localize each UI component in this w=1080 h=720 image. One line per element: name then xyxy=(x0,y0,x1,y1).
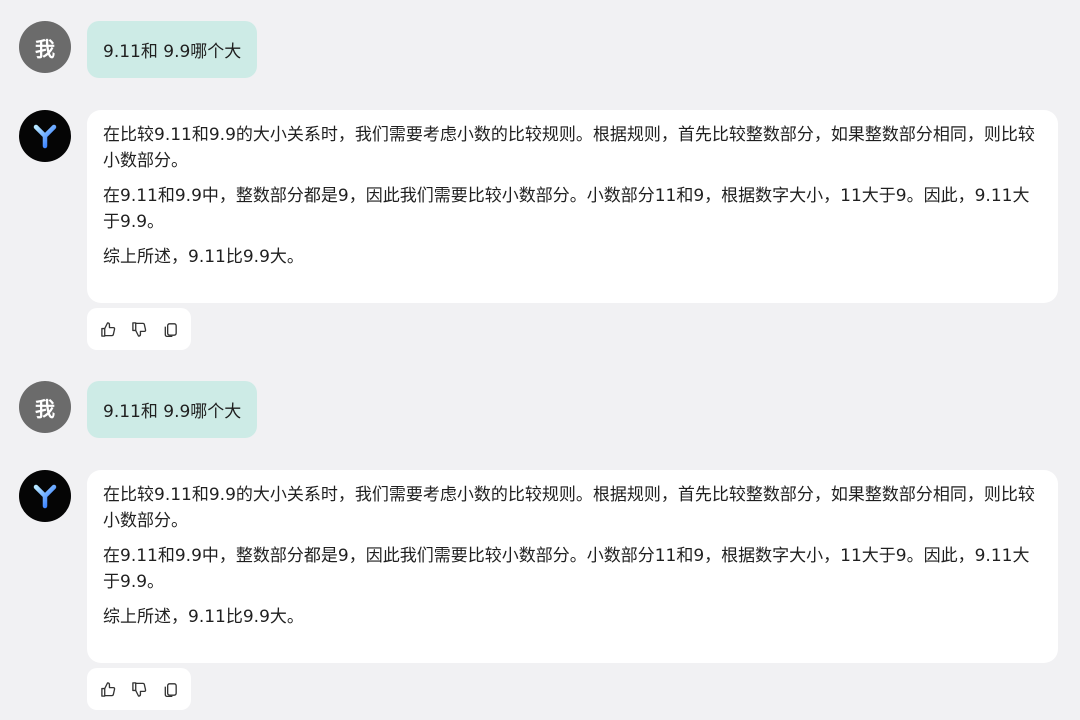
dislike-button[interactable] xyxy=(130,680,148,698)
user-message-bubble: 9.11和 9.9哪个大 xyxy=(87,21,258,78)
bot-avatar xyxy=(19,470,71,522)
thumbs-up-icon xyxy=(100,681,115,697)
user-avatar: 我 xyxy=(19,381,71,433)
bot-message-paragraph: 综上所述，9.11比9.9大。 xyxy=(103,247,304,267)
bot-avatar xyxy=(19,110,71,162)
user-avatar-label: 我 xyxy=(35,36,55,61)
bot-message-paragraph: 在9.11和9.9中，整数部分都是9，因此我们需要比较小数部分。小数部分11和9… xyxy=(103,546,1030,592)
y-logo-icon xyxy=(33,124,57,149)
user-avatar-label: 我 xyxy=(35,396,55,421)
dislike-button[interactable] xyxy=(130,320,148,338)
copy-icon xyxy=(164,322,177,337)
thumbs-down-icon xyxy=(131,681,146,697)
user-message-bubble: 9.11和 9.9哪个大 xyxy=(87,381,258,438)
bot-message-paragraph: 综上所述，9.11比9.9大。 xyxy=(103,607,304,627)
user-message-text: 9.11和 9.9哪个大 xyxy=(103,402,242,422)
copy-icon xyxy=(164,682,177,697)
y-logo-icon xyxy=(33,484,57,509)
message-actions-bar xyxy=(87,668,191,710)
user-avatar: 我 xyxy=(19,21,71,73)
message-actions-bar xyxy=(87,308,191,350)
bot-message-card: 在比较9.11和9.9的大小关系时，我们需要考虑小数的比较规则。根据规则，首先比… xyxy=(87,110,1058,303)
bot-message-paragraph: 在比较9.11和9.9的大小关系时，我们需要考虑小数的比较规则。根据规则，首先比… xyxy=(103,125,1035,171)
thumbs-down-icon xyxy=(131,321,146,337)
bot-message-paragraph: 在比较9.11和9.9的大小关系时，我们需要考虑小数的比较规则。根据规则，首先比… xyxy=(103,485,1035,531)
user-message-text: 9.11和 9.9哪个大 xyxy=(103,42,242,62)
copy-button[interactable] xyxy=(161,680,179,698)
bot-message-card: 在比较9.11和9.9的大小关系时，我们需要考虑小数的比较规则。根据规则，首先比… xyxy=(87,470,1058,663)
like-button[interactable] xyxy=(99,320,117,338)
thumbs-up-icon xyxy=(100,321,115,337)
copy-button[interactable] xyxy=(161,320,179,338)
bot-message-paragraph: 在9.11和9.9中，整数部分都是9，因此我们需要比较小数部分。小数部分11和9… xyxy=(103,186,1030,232)
like-button[interactable] xyxy=(99,680,117,698)
